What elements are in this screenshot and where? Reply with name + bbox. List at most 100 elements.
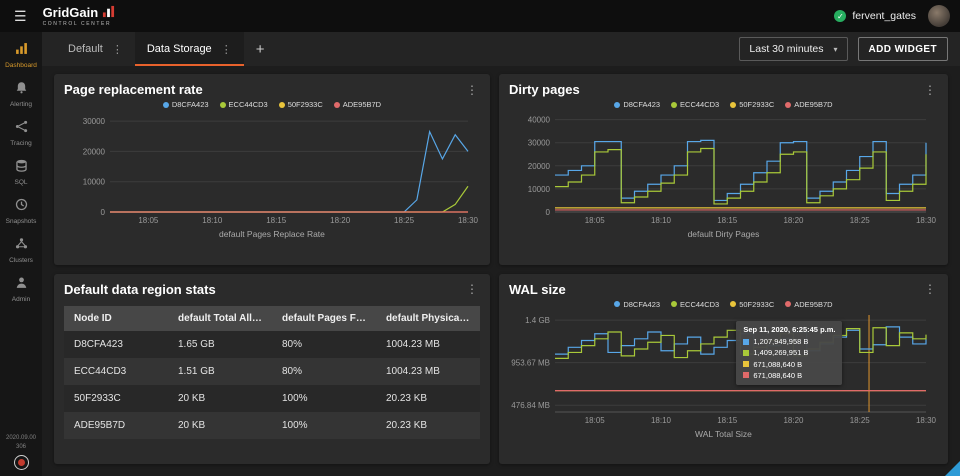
sidebar-item-label: Dashboard — [5, 62, 37, 69]
table-cell: ADE95B7D — [74, 419, 126, 431]
legend-item[interactable]: D8CFA423 — [162, 100, 209, 109]
main-content: Default ⋮ Data Storage ⋮ + Last 30 minut… — [42, 32, 960, 476]
svg-text:20000: 20000 — [528, 162, 551, 171]
sidebar-item-alerting[interactable]: Alerting — [0, 75, 42, 114]
legend-item[interactable]: ECC44CD3 — [671, 100, 719, 109]
sidebar-item-admin[interactable]: Admin — [0, 270, 42, 309]
table-row[interactable]: 50F2933C 20 KB 100% 20.23 KB — [64, 384, 480, 412]
tab-data-storage[interactable]: Data Storage ⋮ — [134, 32, 244, 66]
sidebar-item-snapshots[interactable]: Snapshots — [0, 192, 42, 231]
chart-x-axis-label: WAL Total Size — [695, 428, 752, 439]
gridgain-logo: GridGain CONTROL CENTER — [43, 5, 116, 27]
svg-text:18:25: 18:25 — [394, 216, 415, 225]
gridgain-control-center: ☰ GridGain CONTROL CENTER ✓ fervent_gate… — [0, 0, 960, 476]
legend-item[interactable]: ECC44CD3 — [219, 100, 268, 109]
avatar[interactable] — [928, 5, 950, 27]
sidebar-item-sql[interactable]: SQL — [0, 153, 42, 192]
chart-dirty-pages[interactable]: 0 10000 20000 30000 40000 18:05 18:10 18:15 18:2… — [509, 110, 938, 226]
column-header[interactable]: default Physical Me... — [375, 305, 480, 331]
legend-label: ADE95B7D — [794, 299, 833, 309]
add-widget-button[interactable]: ADD WIDGET — [857, 37, 948, 61]
table-row[interactable]: ADE95B7D 20 KB 100% 20.23 KB — [64, 411, 480, 439]
sidebar-item-label: Alerting — [9, 101, 33, 108]
chart-page-replacement[interactable]: 0 10000 20000 30000 18:05 18:10 18:15 18:20 18:2… — [64, 110, 480, 226]
legend-item[interactable]: ADE95B7D — [333, 100, 381, 109]
person-icon — [15, 276, 28, 294]
column-header[interactable]: default Pages Fill F... — [271, 305, 376, 331]
tab-label: Data Storage — [146, 43, 212, 55]
chart-x-axis-label: default Dirty Pages — [687, 229, 760, 239]
time-range-select[interactable]: Last 30 minutes ▾ — [739, 37, 848, 61]
gridgain-badge-logo — [13, 455, 29, 470]
chevron-down-icon: ▾ — [833, 44, 838, 54]
series-color-swatch — [743, 361, 750, 368]
widget-menu-icon[interactable]: ⋮ — [922, 282, 938, 296]
legend-dot — [219, 101, 226, 108]
chart-legend: D8CFA423 ECC44CD3 50F2933C ADE95B7D — [509, 100, 938, 109]
chart-legend: D8CFA423 ECC44CD3 50F2933C ADE95B7D — [509, 300, 938, 309]
region-stats-table: Node ID default Total Allocat... default P… — [64, 305, 480, 439]
database-icon — [15, 159, 28, 177]
svg-text:20000: 20000 — [83, 147, 106, 156]
widget-data-region-stats: Default data region stats ⋮ Node ID defau… — [54, 273, 490, 464]
tooltip-row: 671,088,640 B — [743, 359, 835, 370]
svg-text:30000: 30000 — [528, 139, 551, 148]
legend-item[interactable]: D8CFA423 — [614, 300, 660, 309]
svg-text:18:25: 18:25 — [850, 216, 871, 225]
column-header[interactable]: default Total Allocat... — [167, 305, 272, 331]
legend-item[interactable]: 50F2933C — [278, 100, 323, 109]
svg-text:18:10: 18:10 — [202, 216, 223, 225]
chart-wal-size[interactable]: 476.84 MB 953.67 MB 1.4 GB 18:05 18:10 18:15 1… — [509, 310, 938, 426]
table-row[interactable]: D8CFA423 1.65 GB 80% 1004.23 MB — [64, 330, 480, 358]
sidebar-item-clusters[interactable]: Clusters — [0, 231, 42, 270]
resize-corner-icon[interactable] — [945, 461, 960, 476]
dashboard-icon — [15, 42, 28, 60]
legend-dot — [785, 101, 792, 108]
gridgain-bars-icon — [102, 5, 115, 20]
tooltip-value: 671,088,640 B — [753, 370, 803, 380]
bell-icon — [15, 81, 28, 99]
tab-menu-icon[interactable]: ⋮ — [112, 43, 123, 56]
svg-text:18:30: 18:30 — [458, 216, 479, 225]
legend-label: ECC44CD3 — [680, 299, 720, 309]
widget-menu-icon[interactable]: ⋮ — [464, 83, 480, 97]
legend-item[interactable]: ADE95B7D — [785, 299, 833, 309]
widget-grid: Page replacement rate ⋮ D8CFA423 ECC44CD3… — [42, 66, 960, 476]
legend-label: 50F2933C — [739, 100, 775, 109]
table-row[interactable]: ECC44CD3 1.51 GB 80% 1004.23 MB — [64, 357, 480, 385]
sidebar-item-tracing[interactable]: Tracing — [0, 114, 42, 153]
widget-menu-icon[interactable]: ⋮ — [922, 83, 938, 97]
column-header[interactable]: Node ID — [64, 305, 168, 331]
legend-item[interactable]: ADE95B7D — [785, 100, 833, 109]
version-info: 2020.09.00 306 — [5, 435, 37, 450]
legend-label: D8CFA423 — [623, 100, 661, 109]
widget-menu-icon[interactable]: ⋮ — [464, 282, 480, 296]
dashboard-tabbar: Default ⋮ Data Storage ⋮ + Last 30 minut… — [42, 32, 960, 66]
svg-text:18:05: 18:05 — [138, 216, 159, 225]
legend-dot — [162, 101, 169, 108]
svg-text:18:30: 18:30 — [916, 416, 937, 425]
table-cell: 100% — [281, 392, 308, 404]
user-menu[interactable]: ✓ fervent_gates — [834, 10, 916, 22]
table-cell: 20 KB — [177, 419, 206, 431]
legend-item[interactable]: 50F2933C — [730, 300, 774, 309]
svg-text:476.84 MB: 476.84 MB — [511, 401, 550, 410]
svg-text:18:20: 18:20 — [783, 416, 804, 425]
tab-menu-icon[interactable]: ⋮ — [221, 43, 232, 56]
sidebar-item-dashboard[interactable]: Dashboard — [0, 36, 42, 75]
hamburger-menu-icon[interactable]: ☰ — [10, 8, 31, 25]
svg-text:40000: 40000 — [528, 116, 551, 125]
legend-item[interactable]: D8CFA423 — [614, 100, 660, 109]
time-range-value: Last 30 minutes — [749, 43, 824, 55]
topbar: ☰ GridGain CONTROL CENTER ✓ fervent_gate… — [0, 0, 960, 32]
legend-item[interactable]: 50F2933C — [730, 100, 774, 109]
svg-text:0: 0 — [101, 208, 106, 217]
chart-tooltip: Sep 11, 2020, 6:25:45 p.m. 1,207,949,958… — [736, 321, 843, 386]
legend-dot — [671, 101, 678, 108]
add-tab-button[interactable]: + — [244, 32, 277, 66]
legend-item[interactable]: ECC44CD3 — [671, 300, 719, 309]
tab-default[interactable]: Default ⋮ — [56, 32, 135, 66]
svg-text:1.4 GB: 1.4 GB — [525, 316, 550, 325]
widget-title: Dirty pages — [508, 82, 580, 97]
tooltip-timestamp: Sep 11, 2020, 6:25:45 p.m. — [743, 325, 836, 335]
